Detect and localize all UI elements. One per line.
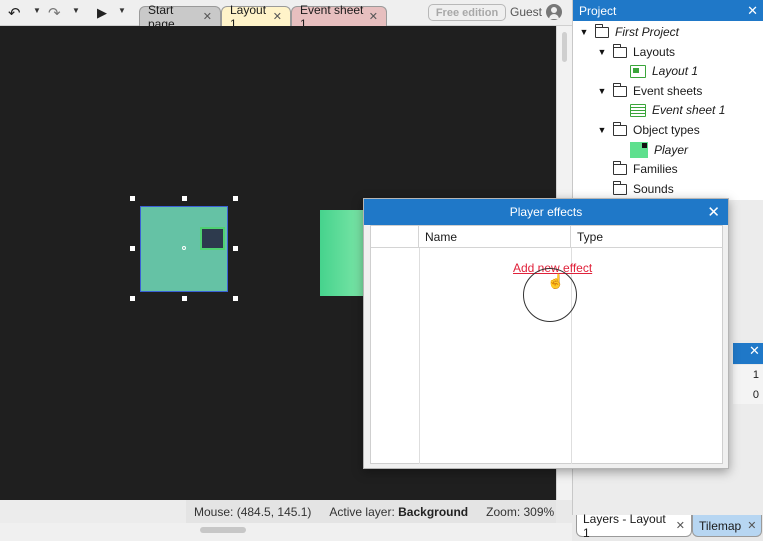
canvas-horizontal-scrollbar[interactable] (0, 523, 572, 541)
tab-tilemap[interactable]: Tilemap ✕ (692, 515, 762, 537)
construct-editor-window: ↶ ▼ ↷ ▼ ▶ ▼ Start page ✕ Layout 1 ✕ Even… (0, 0, 763, 541)
tree-item-families[interactable]: Families (613, 160, 678, 178)
close-icon[interactable]: ✕ (747, 3, 758, 19)
layout-icon (630, 64, 646, 78)
close-icon[interactable]: ✕ (369, 10, 378, 23)
resize-handle[interactable] (233, 246, 238, 251)
effects-table: Name Type Add new effect ☝ (370, 225, 723, 464)
layers-panel-body (733, 404, 763, 515)
undo-icon[interactable]: ↶ (8, 4, 21, 22)
resize-handle[interactable] (130, 246, 135, 251)
tree-item-label: Layout 1 (652, 64, 699, 78)
folder-icon (613, 180, 627, 195)
close-icon[interactable]: ✕ (749, 343, 760, 358)
folder-icon (613, 121, 627, 136)
tab-label: Tilemap (699, 518, 742, 533)
tree-item-label: Player (654, 143, 689, 157)
collapse-icon[interactable]: ▼ (579, 27, 589, 37)
column-divider (419, 248, 420, 464)
hand-cursor-icon: ☝ (547, 273, 565, 289)
folder-icon (595, 23, 609, 38)
tree-item-layouts[interactable]: ▼ Layouts (597, 43, 675, 61)
free-edition-badge[interactable]: Free edition (428, 4, 506, 21)
resize-handle[interactable] (233, 196, 238, 201)
project-panel: Project ✕ ▼ First Project ▼ Layouts Layo… (572, 0, 763, 200)
player-sprite-icon (630, 142, 648, 158)
column-header-name[interactable]: Name (419, 226, 571, 248)
player-sprite-instance[interactable] (320, 210, 364, 296)
tree-item-label: Object types (633, 123, 700, 137)
folder-icon (613, 43, 627, 58)
tree-item-label: Families (633, 162, 678, 176)
resize-handle[interactable] (182, 296, 187, 301)
main-toolbar: ↶ ▼ ↷ ▼ ▶ ▼ Start page ✕ Layout 1 ✕ Even… (0, 0, 572, 31)
play-dropdown-icon[interactable]: ▼ (118, 6, 126, 15)
tree-item-object-types[interactable]: ▼ Object types (597, 121, 700, 139)
tab-layout-1[interactable]: Layout 1 ✕ (221, 3, 291, 31)
player-effects-dialog: Player effects ✕ Name Type Add new effec… (363, 198, 729, 469)
tab-layers-layout-1[interactable]: Layers - Layout 1 ✕ (576, 511, 692, 540)
panel-title: Project (579, 3, 617, 18)
tree-item-label: First Project (615, 25, 680, 39)
layers-panel-header: ✕ (733, 343, 763, 364)
dialog-title-bar[interactable]: Player effects ✕ (364, 199, 728, 225)
column-header-type[interactable]: Type (571, 226, 723, 248)
collapse-icon[interactable]: ▼ (597, 125, 607, 135)
zoom-readout: Zoom: 309% (486, 504, 555, 519)
user-icon[interactable] (546, 4, 562, 20)
close-icon[interactable]: ✕ (707, 203, 720, 221)
dialog-title: Player effects (509, 205, 583, 219)
tree-item-label: Layouts (633, 45, 676, 59)
resize-handle[interactable] (182, 196, 187, 201)
close-icon[interactable]: ✕ (203, 10, 212, 23)
event-sheet-icon (630, 103, 646, 117)
resize-handle[interactable] (130, 296, 135, 301)
tab-label: Layers - Layout 1 (583, 511, 666, 540)
tab-start-page[interactable]: Start page ✕ (139, 3, 221, 31)
tree-item-label: Event sheet 1 (652, 103, 726, 117)
tree-item-sounds[interactable]: Sounds (613, 180, 674, 198)
close-icon[interactable]: ✕ (747, 519, 756, 532)
status-bar: Mouse: (484.5, 145.1) Active layer: Back… (186, 500, 556, 523)
column-header-blank[interactable] (371, 226, 419, 248)
resize-handle[interactable] (130, 196, 135, 201)
user-name[interactable]: Guest (510, 5, 542, 19)
collapse-icon[interactable]: ▼ (597, 47, 607, 57)
tree-item-event-sheets[interactable]: ▼ Event sheets (597, 82, 702, 100)
folder-icon (613, 82, 627, 97)
player-sprite-detail (200, 227, 225, 250)
project-panel-header: Project ✕ (573, 0, 763, 21)
tree-item-first-project[interactable]: ▼ First Project (579, 23, 679, 41)
redo-icon[interactable]: ↷ (48, 4, 61, 22)
tree-item-player[interactable]: Player (630, 141, 688, 159)
tree-item-label: Event sheets (633, 84, 703, 98)
undo-dropdown-icon[interactable]: ▼ (33, 6, 41, 15)
layer-value[interactable]: 1 (733, 365, 763, 385)
origin-point (182, 246, 186, 250)
layer-value[interactable]: 0 (733, 385, 763, 405)
close-icon[interactable]: ✕ (273, 10, 282, 23)
tree-item-event-sheet-1[interactable]: Event sheet 1 (630, 101, 725, 119)
redo-dropdown-icon[interactable]: ▼ (72, 6, 80, 15)
active-layer-readout: Active layer: Background (329, 504, 469, 519)
tab-event-sheet-1[interactable]: Event sheet 1 ✕ (291, 3, 387, 31)
play-icon[interactable]: ▶ (97, 4, 107, 22)
close-icon[interactable]: ✕ (676, 519, 685, 532)
status-spacer (0, 500, 186, 523)
tree-item-label: Sounds (633, 182, 674, 196)
collapse-icon[interactable]: ▼ (597, 86, 607, 96)
tree-item-layout-1[interactable]: Layout 1 (630, 62, 698, 80)
folder-icon (613, 160, 627, 175)
mouse-readout: Mouse: (484.5, 145.1) (194, 504, 312, 519)
resize-handle[interactable] (233, 296, 238, 301)
